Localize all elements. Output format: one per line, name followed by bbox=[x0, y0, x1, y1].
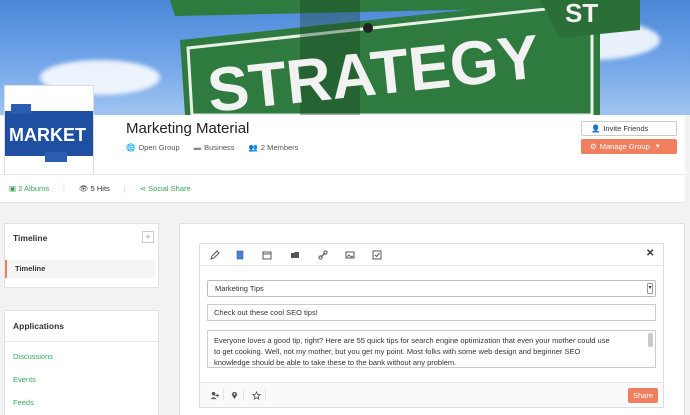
checkbox-icon[interactable] bbox=[370, 248, 384, 262]
logo-text: MARKET bbox=[9, 125, 86, 145]
sign-corner-text: ST bbox=[565, 0, 598, 28]
stats-separator: | bbox=[123, 184, 126, 193]
tag-people-icon[interactable] bbox=[206, 389, 224, 401]
select-arrow-icon: ▾ bbox=[647, 283, 653, 294]
app-link-discussions[interactable]: Discussions bbox=[13, 352, 53, 361]
post-composer: ✕ Marketing Tips ▾ Check out these cool … bbox=[199, 243, 664, 408]
pencil-icon[interactable] bbox=[208, 248, 222, 262]
add-timeline-button[interactable]: + bbox=[142, 231, 154, 243]
puzzle-logo-graphic: MARKET bbox=[5, 86, 93, 174]
share-icon: ⋖ bbox=[139, 184, 147, 193]
caret-down-icon: ▼ bbox=[654, 143, 661, 150]
image-icon: ▣ bbox=[9, 184, 17, 193]
app-link-feeds[interactable]: Feeds bbox=[13, 398, 34, 407]
timeline-panel: Timeline + Timeline bbox=[4, 223, 159, 288]
post-body-textarea[interactable]: Everyone loves a good tip, right? Here a… bbox=[207, 330, 656, 368]
share-button[interactable]: Share bbox=[628, 388, 658, 403]
group-meta: 🌐 Open Group ▬ Business 👥 2 Members bbox=[126, 143, 298, 152]
category-meta[interactable]: ▬ Business bbox=[194, 143, 235, 152]
timeline-heading: Timeline bbox=[13, 233, 48, 243]
strategy-sign-graphic: STRATEGY ST bbox=[170, 0, 640, 115]
group-cover-photo: STRATEGY ST bbox=[0, 0, 690, 115]
group-title: Marketing Material bbox=[126, 120, 250, 137]
category-select[interactable]: Marketing Tips ▾ bbox=[207, 280, 656, 297]
app-link-events[interactable]: Events bbox=[13, 375, 36, 384]
composer-footer: Share bbox=[200, 382, 663, 407]
image-icon[interactable] bbox=[343, 248, 357, 262]
composer-tabs: ✕ bbox=[200, 244, 663, 266]
close-composer-button[interactable]: ✕ bbox=[646, 248, 654, 259]
stats-separator: | bbox=[63, 184, 65, 193]
user-plus-icon: 👤 bbox=[591, 124, 601, 133]
header-divider bbox=[0, 174, 685, 175]
hits-count: 👁 5 Hits bbox=[79, 184, 110, 193]
page-icon[interactable] bbox=[233, 248, 247, 262]
manage-group-button[interactable]: ⚙ Manage Group ▼ bbox=[581, 139, 677, 154]
post-title-input[interactable]: Check out these cool SEO tips! bbox=[207, 304, 656, 321]
applications-divider bbox=[5, 341, 160, 342]
textarea-scrollbar[interactable] bbox=[648, 333, 653, 347]
mood-icon[interactable] bbox=[248, 389, 266, 401]
invite-friends-button[interactable]: 👤 Invite Friends bbox=[581, 121, 677, 136]
social-share-link[interactable]: ⋖ Social Share bbox=[140, 184, 191, 193]
folder-icon[interactable] bbox=[288, 248, 302, 262]
folder-icon: ▬ bbox=[193, 143, 202, 152]
gear-icon: ⚙ bbox=[590, 142, 597, 151]
privacy-meta: 🌐 Open Group bbox=[126, 143, 180, 152]
group-stats-bar: ▣ 2 Albums | 👁 5 Hits | ⋖ Social Share bbox=[9, 184, 191, 193]
sidebar-item-timeline[interactable]: Timeline bbox=[5, 260, 155, 278]
group-avatar[interactable]: MARKET bbox=[4, 85, 94, 175]
link-icon[interactable] bbox=[316, 248, 330, 262]
applications-panel: Applications Discussions Events Feeds bbox=[4, 310, 160, 415]
globe-icon: 🌐 bbox=[126, 143, 136, 152]
users-icon: 👥 bbox=[248, 143, 258, 152]
location-icon[interactable] bbox=[226, 389, 244, 401]
albums-link[interactable]: ▣ 2 Albums bbox=[9, 184, 49, 193]
eye-icon: 👁 bbox=[79, 184, 89, 193]
members-meta[interactable]: 👥 2 Members bbox=[249, 143, 299, 152]
applications-heading: Applications bbox=[13, 321, 65, 331]
calendar-icon[interactable] bbox=[260, 248, 274, 262]
